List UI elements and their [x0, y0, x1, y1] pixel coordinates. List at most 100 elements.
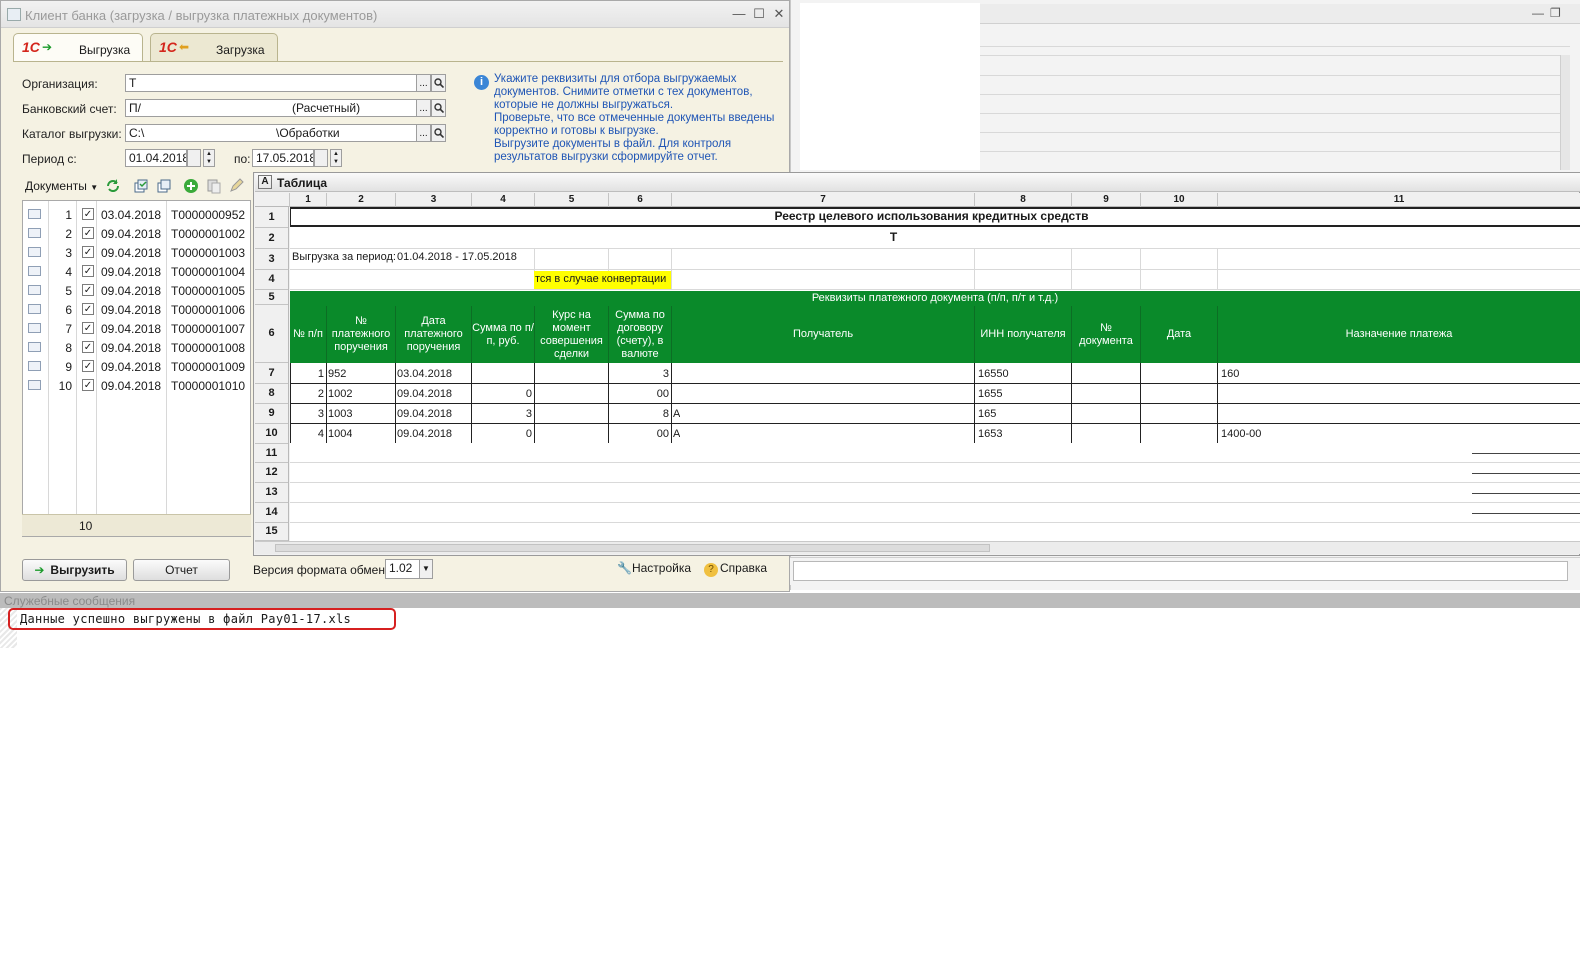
export-catalog-select-button[interactable]: ... — [416, 124, 431, 142]
period-to-field[interactable]: 17.05.2018 — [252, 149, 314, 167]
row-checkbox[interactable]: ✓ — [82, 208, 94, 220]
cell-order-number[interactable]: 1004 — [328, 428, 352, 440]
list-item[interactable]: 2 ✓ 09.04.2018 T0000001002 — [23, 224, 250, 243]
refresh-icon[interactable] — [105, 178, 121, 194]
minimize-icon[interactable]: — — [1532, 6, 1544, 20]
list-item[interactable]: 7 ✓ 09.04.2018 T0000001007 — [23, 319, 250, 338]
cell-inn[interactable]: 16550 — [978, 368, 1009, 380]
tab-import[interactable]: 1С ⬅ Загрузка — [150, 33, 278, 62]
report-button[interactable]: Отчет — [133, 559, 230, 581]
cell-order-number[interactable]: 952 — [328, 368, 346, 380]
row-header[interactable]: 5 — [255, 290, 288, 305]
row-header[interactable]: 8 — [255, 384, 288, 404]
row-header[interactable]: 2 — [255, 228, 288, 249]
cell-recipient[interactable]: А — [673, 408, 680, 420]
close-button[interactable]: ✕ — [771, 6, 787, 22]
cell-amount[interactable]: 00 — [610, 428, 669, 440]
copy-icon[interactable] — [206, 178, 222, 194]
organization-open-button[interactable] — [431, 74, 446, 92]
row-header[interactable]: 12 — [255, 463, 288, 483]
cell-inn[interactable]: 1655 — [978, 388, 1002, 400]
cell-number[interactable]: 3 — [290, 408, 324, 420]
bank-account-open-button[interactable] — [431, 99, 446, 117]
bank-account-select-button[interactable]: ... — [416, 99, 431, 117]
column-header[interactable]: 7 — [672, 193, 975, 207]
cell-amount[interactable]: 8 — [610, 408, 669, 420]
export-catalog-field[interactable]: C:\ \Обработки — [125, 124, 417, 142]
row-header[interactable]: 9 — [255, 404, 288, 424]
column-header[interactable]: 5 — [535, 193, 609, 207]
deselect-all-icon[interactable] — [156, 178, 172, 194]
cell-purpose[interactable]: 1400-00 — [1221, 428, 1261, 440]
cell-number[interactable]: 4 — [290, 428, 324, 440]
cell-order-number[interactable]: 1003 — [328, 408, 352, 420]
row-checkbox[interactable]: ✓ — [82, 322, 94, 334]
format-version-field[interactable]: 1.02 — [385, 559, 420, 579]
cell-amount[interactable]: 00 — [610, 388, 669, 400]
row-header[interactable]: 4 — [255, 270, 288, 290]
period-from-spinner[interactable]: ▲ ▼ — [203, 149, 215, 167]
bank-account-field[interactable]: П/ (Расчетный) — [125, 99, 417, 117]
row-header[interactable]: 1 — [255, 207, 288, 228]
row-header[interactable]: 6 — [255, 305, 288, 363]
background-scrollbar[interactable] — [1560, 55, 1570, 170]
row-header[interactable]: 13 — [255, 483, 288, 503]
export-catalog-open-button[interactable] — [431, 124, 446, 142]
cell-order-date[interactable]: 09.04.2018 — [397, 388, 452, 400]
chevron-down-icon[interactable]: ▼ — [419, 559, 433, 579]
cell-order-number[interactable]: 1002 — [328, 388, 352, 400]
list-item[interactable]: 3 ✓ 09.04.2018 T0000001003 — [23, 243, 250, 262]
cell-recipient[interactable]: А — [673, 428, 680, 440]
cell-sum[interactable]: 0 — [473, 388, 532, 400]
tab-export[interactable]: 1С ➔ Выгрузка — [13, 33, 143, 62]
row-header[interactable]: 3 — [255, 249, 288, 270]
column-header[interactable]: 1 — [290, 193, 327, 207]
list-item[interactable]: 9 ✓ 09.04.2018 T0000001009 — [23, 357, 250, 376]
column-header[interactable]: 9 — [1072, 193, 1141, 207]
cell-number[interactable]: 2 — [290, 388, 324, 400]
row-checkbox[interactable]: ✓ — [82, 379, 94, 391]
cell-amount[interactable]: 3 — [610, 368, 669, 380]
maximize-button[interactable]: ☐ — [751, 6, 767, 22]
row-checkbox[interactable]: ✓ — [82, 360, 94, 372]
column-header[interactable]: 4 — [472, 193, 535, 207]
period-from-field[interactable]: 01.04.2018 — [125, 149, 187, 167]
calendar-icon[interactable] — [187, 149, 201, 167]
scrollbar-thumb[interactable] — [275, 544, 990, 552]
cell-order-date[interactable]: 09.04.2018 — [397, 408, 452, 420]
calendar-icon[interactable] — [314, 149, 328, 167]
cell-purpose[interactable]: 160 — [1221, 368, 1239, 380]
cell-sum[interactable]: 0 — [473, 428, 532, 440]
list-item[interactable]: 10 ✓ 09.04.2018 T0000001010 — [23, 376, 250, 395]
column-header[interactable]: 11 — [1218, 193, 1580, 207]
spreadsheet-grid[interactable]: Реестр целевого использования кредитных … — [290, 207, 1580, 541]
organization-field[interactable]: Т — [125, 74, 417, 92]
column-header[interactable]: 8 — [975, 193, 1072, 207]
export-button[interactable]: ➔ Выгрузить — [22, 559, 127, 581]
row-header[interactable]: 10 — [255, 424, 288, 444]
minimize-button[interactable]: — — [731, 6, 747, 22]
row-header[interactable]: 14 — [255, 503, 288, 523]
cell-order-date[interactable]: 09.04.2018 — [397, 428, 452, 440]
row-checkbox[interactable]: ✓ — [82, 265, 94, 277]
row-checkbox[interactable]: ✓ — [82, 227, 94, 239]
documents-menu[interactable]: Документы ▼ — [25, 179, 98, 193]
row-checkbox[interactable]: ✓ — [82, 246, 94, 258]
list-item[interactable]: 5 ✓ 09.04.2018 T0000001005 — [23, 281, 250, 300]
cell-order-date[interactable]: 03.04.2018 — [397, 368, 452, 380]
column-header[interactable]: 3 — [396, 193, 472, 207]
list-item[interactable]: 4 ✓ 09.04.2018 T0000001004 — [23, 262, 250, 281]
list-item[interactable]: 8 ✓ 09.04.2018 T0000001008 — [23, 338, 250, 357]
table-horizontal-scrollbar[interactable] — [255, 541, 1580, 554]
row-header[interactable]: 7 — [255, 363, 288, 384]
help-button[interactable]: ? Справка — [704, 561, 767, 577]
row-header[interactable]: 15 — [255, 523, 288, 541]
cell-sum[interactable]: 3 — [473, 408, 532, 420]
cell-number[interactable]: 1 — [290, 368, 324, 380]
column-header[interactable]: 2 — [327, 193, 396, 207]
column-header[interactable]: 6 — [609, 193, 672, 207]
column-header[interactable]: 10 — [1141, 193, 1218, 207]
row-checkbox[interactable]: ✓ — [82, 303, 94, 315]
background-input[interactable] — [793, 561, 1568, 581]
add-icon[interactable] — [183, 178, 199, 194]
